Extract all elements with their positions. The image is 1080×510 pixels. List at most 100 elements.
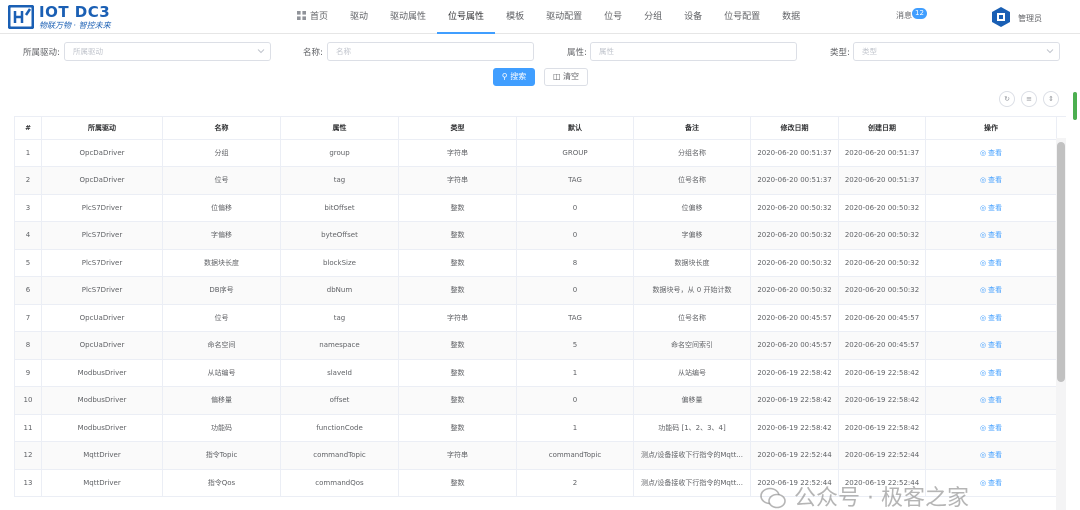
nav-item-home[interactable]: 首页 [286,0,339,34]
view-link[interactable]: ◎ 查看 [980,369,1002,377]
nav-item-device[interactable]: 设备 [673,0,713,34]
view-link[interactable]: ◎ 查看 [980,204,1002,212]
notice-link[interactable]: 消息 [896,10,912,21]
table-scrollbar-thumb[interactable] [1057,142,1065,382]
refresh-button[interactable]: ↻ [999,91,1015,107]
search-icon: ⚲ [501,72,508,81]
table-row[interactable]: 7 OpcUaDriver 位号 tag 字符串 TAG 位号名称 2020-06-20 00… [14,304,1057,332]
table-row[interactable]: 8 OpcUaDriver 命名空间 namespace 整数 5 命名空间索引 2020-0… [14,331,1057,360]
table-row[interactable]: 9 ModbusDriver 从站编号 slaveId 整数 1 从站编号 2020-06-1… [14,359,1057,387]
driver-filter-select[interactable] [64,42,271,61]
table-cell: 2 [14,166,42,195]
table-cell: 数据块号，从 0 开始计数 [633,276,751,305]
nav-item-point-attribute[interactable]: 位号属性 [437,0,496,34]
table-cell: 命名空间 [162,331,281,360]
nav-item-point-config[interactable]: 位号配置 [713,0,771,34]
logo-icon [8,5,34,29]
table-row[interactable]: 4 PlcS7Driver 字偏移 byteOffset 整数 0 字偏移 2020-06-2… [14,221,1057,250]
name-filter-input[interactable] [327,42,534,61]
admin-avatar-icon[interactable] [990,6,1012,28]
view-link[interactable]: ◎ 查看 [980,396,1002,404]
table-row[interactable]: 12 MqttDriver 指令Topic commandTopic 字符串 comman… [14,441,1057,470]
attribute-filter-input[interactable] [590,42,797,61]
eye-icon: ◎ [979,478,987,487]
refresh-icon: ↻ [1004,95,1010,103]
table-cell: blockSize [280,249,399,277]
table-cell: 2020-06-20 00:45:57 [750,331,839,360]
type-filter-select[interactable] [853,42,1060,61]
table-cell: 5 [516,331,634,360]
view-link[interactable]: ◎ 查看 [980,286,1002,294]
view-link[interactable]: ◎ 查看 [980,424,1002,432]
column-header: 默认 [516,117,634,140]
table-row[interactable]: 1 OpcDaDriver 分组 group 字符串 GROUP 分组名称 2020-06-2… [14,139,1057,167]
table-cell: 2020-06-20 00:50:32 [750,276,839,305]
table-cell: 字符串 [398,166,517,195]
table-cell: slaveId [280,359,399,387]
nav-item-driver-config[interactable]: 驱动配置 [535,0,593,34]
table-cell: byteOffset [280,221,399,250]
table-cell-actions: ◎ 查看 [925,249,1057,277]
nav-item-template[interactable]: 模板 [495,0,535,34]
table-row[interactable]: 5 PlcS7Driver 数据块长度 blockSize 整数 8 数据块长度 2020-0… [14,249,1057,277]
nav-item-data[interactable]: 数据 [771,0,811,34]
table-cell: TAG [516,166,634,195]
table-cell: 0 [516,386,634,415]
columns-button[interactable]: ≡ [1021,91,1037,107]
home-icon [297,11,306,20]
view-link[interactable]: ◎ 查看 [980,259,1002,267]
search-button[interactable]: ⚲ 搜索 [493,68,535,86]
table-cell: 数据块长度 [633,249,751,277]
table-cell: 0 [516,221,634,250]
table-row[interactable]: 6 PlcS7Driver DB序号 dbNum 整数 0 数据块号，从 0 开始计数 202… [14,276,1057,305]
table-cell: 命名空间索引 [633,331,751,360]
view-link[interactable]: ◎ 查看 [980,176,1002,184]
app-logo[interactable]: IOT DC3 物联万物 · 智控未来 [8,3,118,31]
table-cell: 位偏移 [162,194,281,222]
view-link[interactable]: ◎ 查看 [980,149,1002,157]
table-row[interactable]: 11 ModbusDriver 功能码 functionCode 整数 1 功能码 [1、2… [14,414,1057,442]
nav-item-point[interactable]: 位号 [593,0,633,34]
trash-icon: ◫ [552,72,561,81]
table-row[interactable]: 10 ModbusDriver 偏移量 offset 整数 0 偏移量 2020-06-19 … [14,386,1057,415]
table-cell: offset [280,386,399,415]
page-scrollbar[interactable] [1073,92,1077,120]
table-cell: 2020-06-20 00:50:32 [750,194,839,222]
view-link[interactable]: ◎ 查看 [980,314,1002,322]
table-cell: 1 [516,414,634,442]
table-cell: 指令Topic [162,441,281,470]
eye-icon: ◎ [979,451,987,460]
table-cell: 偏移量 [162,386,281,415]
column-header: 名称 [162,117,281,140]
table-cell-actions: ◎ 查看 [925,414,1057,442]
table-cell: PlcS7Driver [41,221,163,250]
view-link[interactable]: ◎ 查看 [980,231,1002,239]
table-cell: MqttDriver [41,469,163,497]
table-cell: 2020-06-20 00:50:32 [750,221,839,250]
nav-item-driver-attribute[interactable]: 驱动属性 [379,0,437,34]
table-row[interactable]: 3 PlcS7Driver 位偏移 bitOffset 整数 0 位偏移 2020-06-20… [14,194,1057,222]
view-link[interactable]: ◎ 查看 [980,479,1002,487]
admin-username[interactable]: 管理员 [1018,13,1042,24]
table-cell: 从站编号 [633,359,751,387]
nav-item-driver[interactable]: 驱动 [339,0,379,34]
view-link[interactable]: ◎ 查看 [980,341,1002,349]
fullscreen-button[interactable]: ⇕ [1043,91,1059,107]
table-cell: PlcS7Driver [41,276,163,305]
logo-title: IOT DC3 [39,3,111,21]
table-cell: group [280,139,399,167]
table-cell: 整数 [398,386,517,415]
nav-item-group[interactable]: 分组 [633,0,673,34]
view-link[interactable]: ◎ 查看 [980,451,1002,459]
driver-filter-label: 所属驱动: [23,48,60,58]
eye-icon: ◎ [979,286,987,295]
column-header: 创建日期 [838,117,926,140]
table-cell: 0 [516,276,634,305]
clear-button[interactable]: ◫ 清空 [544,68,588,86]
table-cell: 1 [516,359,634,387]
column-header: # [14,117,42,140]
table-cell: 2020-06-19 22:52:44 [838,441,926,470]
table-row[interactable]: 2 OpcDaDriver 位号 tag 字符串 TAG 位号名称 2020-06-20 00… [14,166,1057,195]
eye-icon: ◎ [979,396,987,405]
view-link-label: 查看 [988,368,1003,377]
